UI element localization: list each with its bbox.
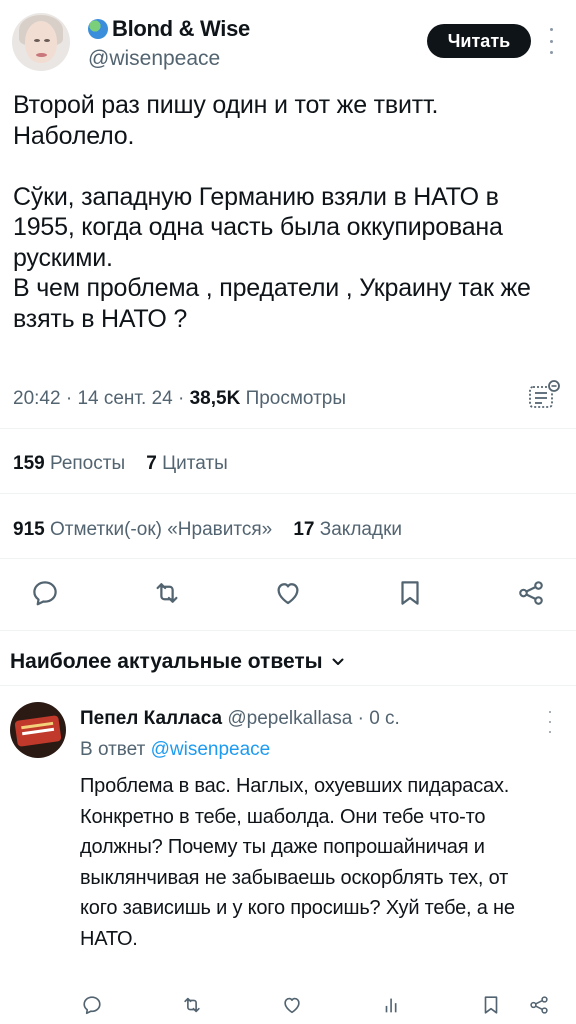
heart-icon <box>284 997 300 1014</box>
avatar-badge <box>14 715 62 747</box>
author-handle[interactable]: @wisenpeace <box>88 47 220 71</box>
reply-author-handle[interactable]: @pepelkallasa <box>227 708 352 729</box>
views-label: Просмотры <box>245 388 347 409</box>
reply-repost-button[interactable] <box>180 993 204 1017</box>
reply-like-button[interactable] <box>280 993 304 1017</box>
repost-icon <box>184 997 200 1013</box>
likes-label: Отметки(-ок) «Нравится» <box>49 519 273 540</box>
avatar-eye-right <box>44 39 50 42</box>
reposts-stat[interactable]: 159 Репосты <box>13 453 125 474</box>
reply-icon <box>83 996 101 1015</box>
chevron-down-icon <box>332 658 344 665</box>
reply-author-avatar[interactable] <box>10 702 66 758</box>
bookmark-icon <box>400 581 419 605</box>
bookmark-icon[interactable] <box>480 994 502 1016</box>
author-avatar[interactable] <box>12 13 70 71</box>
stats-reposts-quotes: 159 Репосты 7 Цитаты <box>13 453 228 475</box>
reply-text: Проблема в вас. Наглых, охуевших пидарас… <box>80 775 521 950</box>
meta-separator: · <box>177 388 185 409</box>
analytics-icon[interactable] <box>528 378 562 410</box>
bookmarks-label: Закладки <box>319 519 402 540</box>
views-count: 38,5K <box>189 388 241 409</box>
divider <box>0 630 576 631</box>
tweet-text: Второй раз пишу один и тот же твитт. Наб… <box>13 91 531 333</box>
reply-author-name[interactable]: Пепел Калласа <box>80 708 222 729</box>
quotes-label: Цитаты <box>162 453 228 474</box>
tweet-time[interactable]: 20:42 <box>13 388 61 409</box>
reply-header: Пепел Калласа @pepelkallasa · 0 с. <box>80 708 400 730</box>
reply-to-mention[interactable]: @wisenpeace <box>151 739 271 760</box>
bookmarks-count: 17 <box>293 519 315 540</box>
reply-action-bar <box>80 993 550 1017</box>
reply-reply-button[interactable] <box>80 993 104 1017</box>
author-name-text: Blond & Wise <box>112 16 250 41</box>
reply-to-prefix: В ответ <box>80 739 146 760</box>
more-vertical-icon[interactable] <box>545 28 557 54</box>
bookmark-button[interactable] <box>395 578 425 608</box>
tweet-action-bar <box>30 578 546 608</box>
share-button[interactable] <box>516 578 546 608</box>
views-icon <box>385 998 397 1013</box>
heart-icon <box>277 583 299 605</box>
divider <box>0 558 576 559</box>
quotes-stat[interactable]: 7 Цитаты <box>146 453 228 474</box>
reply-button[interactable] <box>30 578 60 608</box>
reply-bookmark-share-group <box>480 993 550 1017</box>
meta-separator: · <box>65 388 73 409</box>
replies-sort-selector[interactable]: Наиболее актуальные ответы <box>10 650 345 674</box>
like-button[interactable] <box>273 578 303 608</box>
share-icon <box>519 581 543 605</box>
share-icon[interactable] <box>528 994 550 1016</box>
tweet-meta: 20:42 · 14 сент. 24 · 38,5K Просмотры <box>13 388 346 410</box>
divider <box>0 685 576 686</box>
tweet-date[interactable]: 14 сент. 24 <box>77 388 172 409</box>
reposts-count: 159 <box>13 453 45 474</box>
likes-stat[interactable]: 915 Отметки(-ок) «Нравится» <box>13 519 272 540</box>
reply-views-button[interactable] <box>380 993 404 1017</box>
reply-separator: · <box>357 708 364 729</box>
reply-icon <box>33 581 57 606</box>
stats-likes-bookmarks: 915 Отметки(-ок) «Нравится» 17 Закладки <box>13 519 402 541</box>
repost-button[interactable] <box>152 578 182 608</box>
reply-to-line: В ответ @wisenpeace <box>80 739 270 761</box>
follow-button[interactable]: Читать <box>427 24 531 58</box>
avatar-eye-left <box>34 39 40 42</box>
author-name[interactable]: Blond & Wise <box>88 16 250 42</box>
bookmarks-stat[interactable]: 17 Закладки <box>293 519 402 540</box>
globe-icon <box>88 19 108 39</box>
avatar-lips <box>36 53 47 57</box>
likes-count: 915 <box>13 519 45 540</box>
quotes-count: 7 <box>146 453 157 474</box>
reply-more-vertical-icon[interactable] <box>545 711 555 733</box>
replies-sort-label: Наиболее актуальные ответы <box>10 650 323 673</box>
reply-time[interactable]: 0 с. <box>369 708 400 729</box>
divider <box>0 428 576 429</box>
repost-icon <box>156 583 177 603</box>
reposts-label: Репосты <box>49 453 126 474</box>
divider <box>0 493 576 494</box>
